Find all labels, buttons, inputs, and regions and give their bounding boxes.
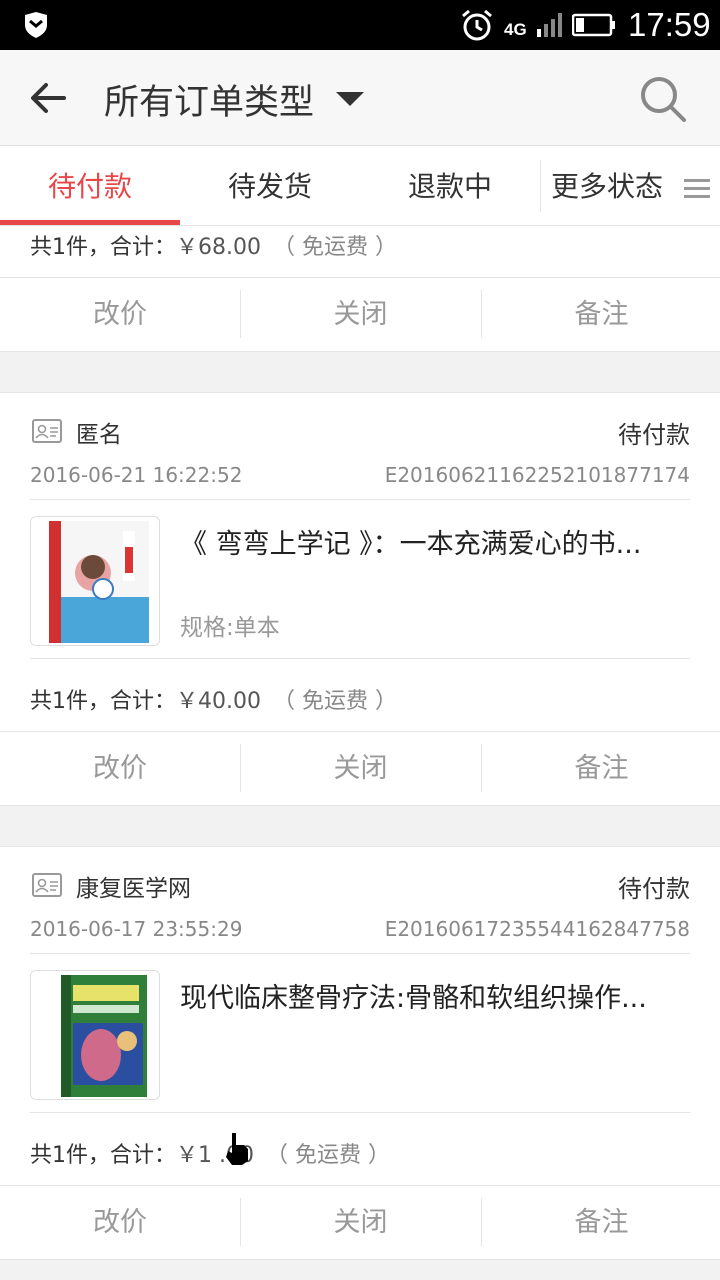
menu-icon — [683, 179, 710, 198]
back-arrow-icon[interactable] — [28, 80, 68, 116]
order-summary: 共1件，合计：￥40.00 （ 免运费 ） — [30, 689, 397, 714]
change-price-button[interactable]: 改价 — [0, 290, 240, 338]
caret-down-icon[interactable] — [335, 90, 365, 108]
book-cover-image — [31, 517, 159, 645]
tab-refunding[interactable]: 退款中 — [360, 146, 540, 226]
close-order-button[interactable]: 关闭 — [240, 744, 480, 792]
hand-pointer-icon — [226, 1133, 248, 1165]
order-header: 匿名 待付款 2016-06-21 16:22:52 E201606211622… — [30, 393, 690, 493]
add-note-button[interactable]: 备注 — [481, 290, 720, 338]
shipping-note: （ 免运费 ） — [272, 235, 397, 260]
book-cover-image — [31, 971, 159, 1099]
order-actions: 改价 关闭 备注 — [0, 731, 720, 805]
order-summary: 共1件，合计：￥68.00 （ 免运费 ） — [30, 235, 397, 260]
buyer-card-icon — [32, 419, 62, 443]
order-date: 2016-06-17 23:55:29 — [30, 917, 243, 941]
clock-time: 17:59 — [628, 6, 711, 43]
order-type-dropdown[interactable]: 所有订单类型 — [104, 74, 314, 125]
shipping-note: （ 免运费 ） — [272, 689, 397, 714]
order-item[interactable]: 《 弯弯上学记 》：一本充满爱心的书... 规格:单本 — [30, 499, 690, 659]
order-status: 待付款 — [618, 875, 690, 903]
buyer-card-icon — [32, 873, 62, 897]
order-card: 康复医学网 待付款 2016-06-17 23:55:29 E201606172… — [0, 846, 720, 1260]
order-number: E20160621162252101877174 — [384, 463, 690, 487]
order-actions: 改价 关闭 备注 — [0, 277, 720, 351]
change-price-button[interactable]: 改价 — [0, 1198, 240, 1246]
add-note-button[interactable]: 备注 — [481, 744, 720, 792]
buyer-name: 匿名 — [76, 422, 122, 448]
order-list[interactable]: 共1件，合计：￥68.00 （ 免运费 ） 改价 关闭 备注 匿名 待付款 201… — [0, 226, 720, 1280]
order-card: 匿名 待付款 2016-06-21 16:22:52 E201606211622… — [0, 392, 720, 806]
order-total: ￥40.00 — [176, 689, 261, 714]
order-actions: 改价 关闭 备注 — [0, 1185, 720, 1259]
active-tab-indicator — [0, 220, 180, 225]
product-name: 《 弯弯上学记 》：一本充满爱心的书... — [180, 529, 642, 560]
order-summary: 共1件，合计：￥1 .00 （ 免运费 ） — [30, 1143, 390, 1168]
tab-pending-payment[interactable]: 待付款 — [0, 146, 180, 226]
tab-more-status[interactable]: 更多状态 — [540, 160, 720, 212]
signal-icon — [537, 13, 562, 37]
alarm-icon — [462, 9, 492, 41]
tab-more-status-label: 更多状态 — [551, 170, 664, 203]
battery-icon — [572, 13, 615, 37]
order-header: 康复医学网 待付款 2016-06-17 23:55:29 E201606172… — [30, 847, 690, 947]
order-total: ￥68.00 — [176, 235, 261, 260]
shipping-note: （ 免运费 ） — [265, 1143, 390, 1168]
status-tabs: 待付款 待发货 退款中 更多状态 — [0, 146, 720, 226]
search-icon[interactable] — [638, 74, 688, 124]
order-date: 2016-06-21 16:22:52 — [30, 463, 243, 487]
product-thumbnail — [30, 516, 160, 646]
close-order-button[interactable]: 关闭 — [240, 290, 480, 338]
order-card: 共1件，合计：￥68.00 （ 免运费 ） 改价 关闭 备注 — [0, 226, 720, 352]
add-note-button[interactable]: 备注 — [481, 1198, 720, 1246]
shield-icon — [25, 12, 47, 38]
status-bar: 4G 17:59 — [0, 0, 720, 50]
product-thumbnail — [30, 970, 160, 1100]
close-order-button[interactable]: 关闭 — [240, 1198, 480, 1246]
product-name: 现代临床整骨疗法:骨骼和软组织操作... — [180, 983, 647, 1014]
tab-pending-shipment[interactable]: 待发货 — [180, 146, 360, 226]
network-label: 4G — [504, 20, 527, 39]
app-header: 所有订单类型 — [0, 50, 720, 146]
order-number: E20160617235544162847758 — [384, 917, 690, 941]
buyer-name: 康复医学网 — [76, 876, 191, 902]
order-status: 待付款 — [618, 421, 690, 449]
product-spec: 规格:单本 — [180, 615, 280, 641]
change-price-button[interactable]: 改价 — [0, 744, 240, 792]
order-item[interactable]: 现代临床整骨疗法:骨骼和软组织操作... — [30, 953, 690, 1113]
